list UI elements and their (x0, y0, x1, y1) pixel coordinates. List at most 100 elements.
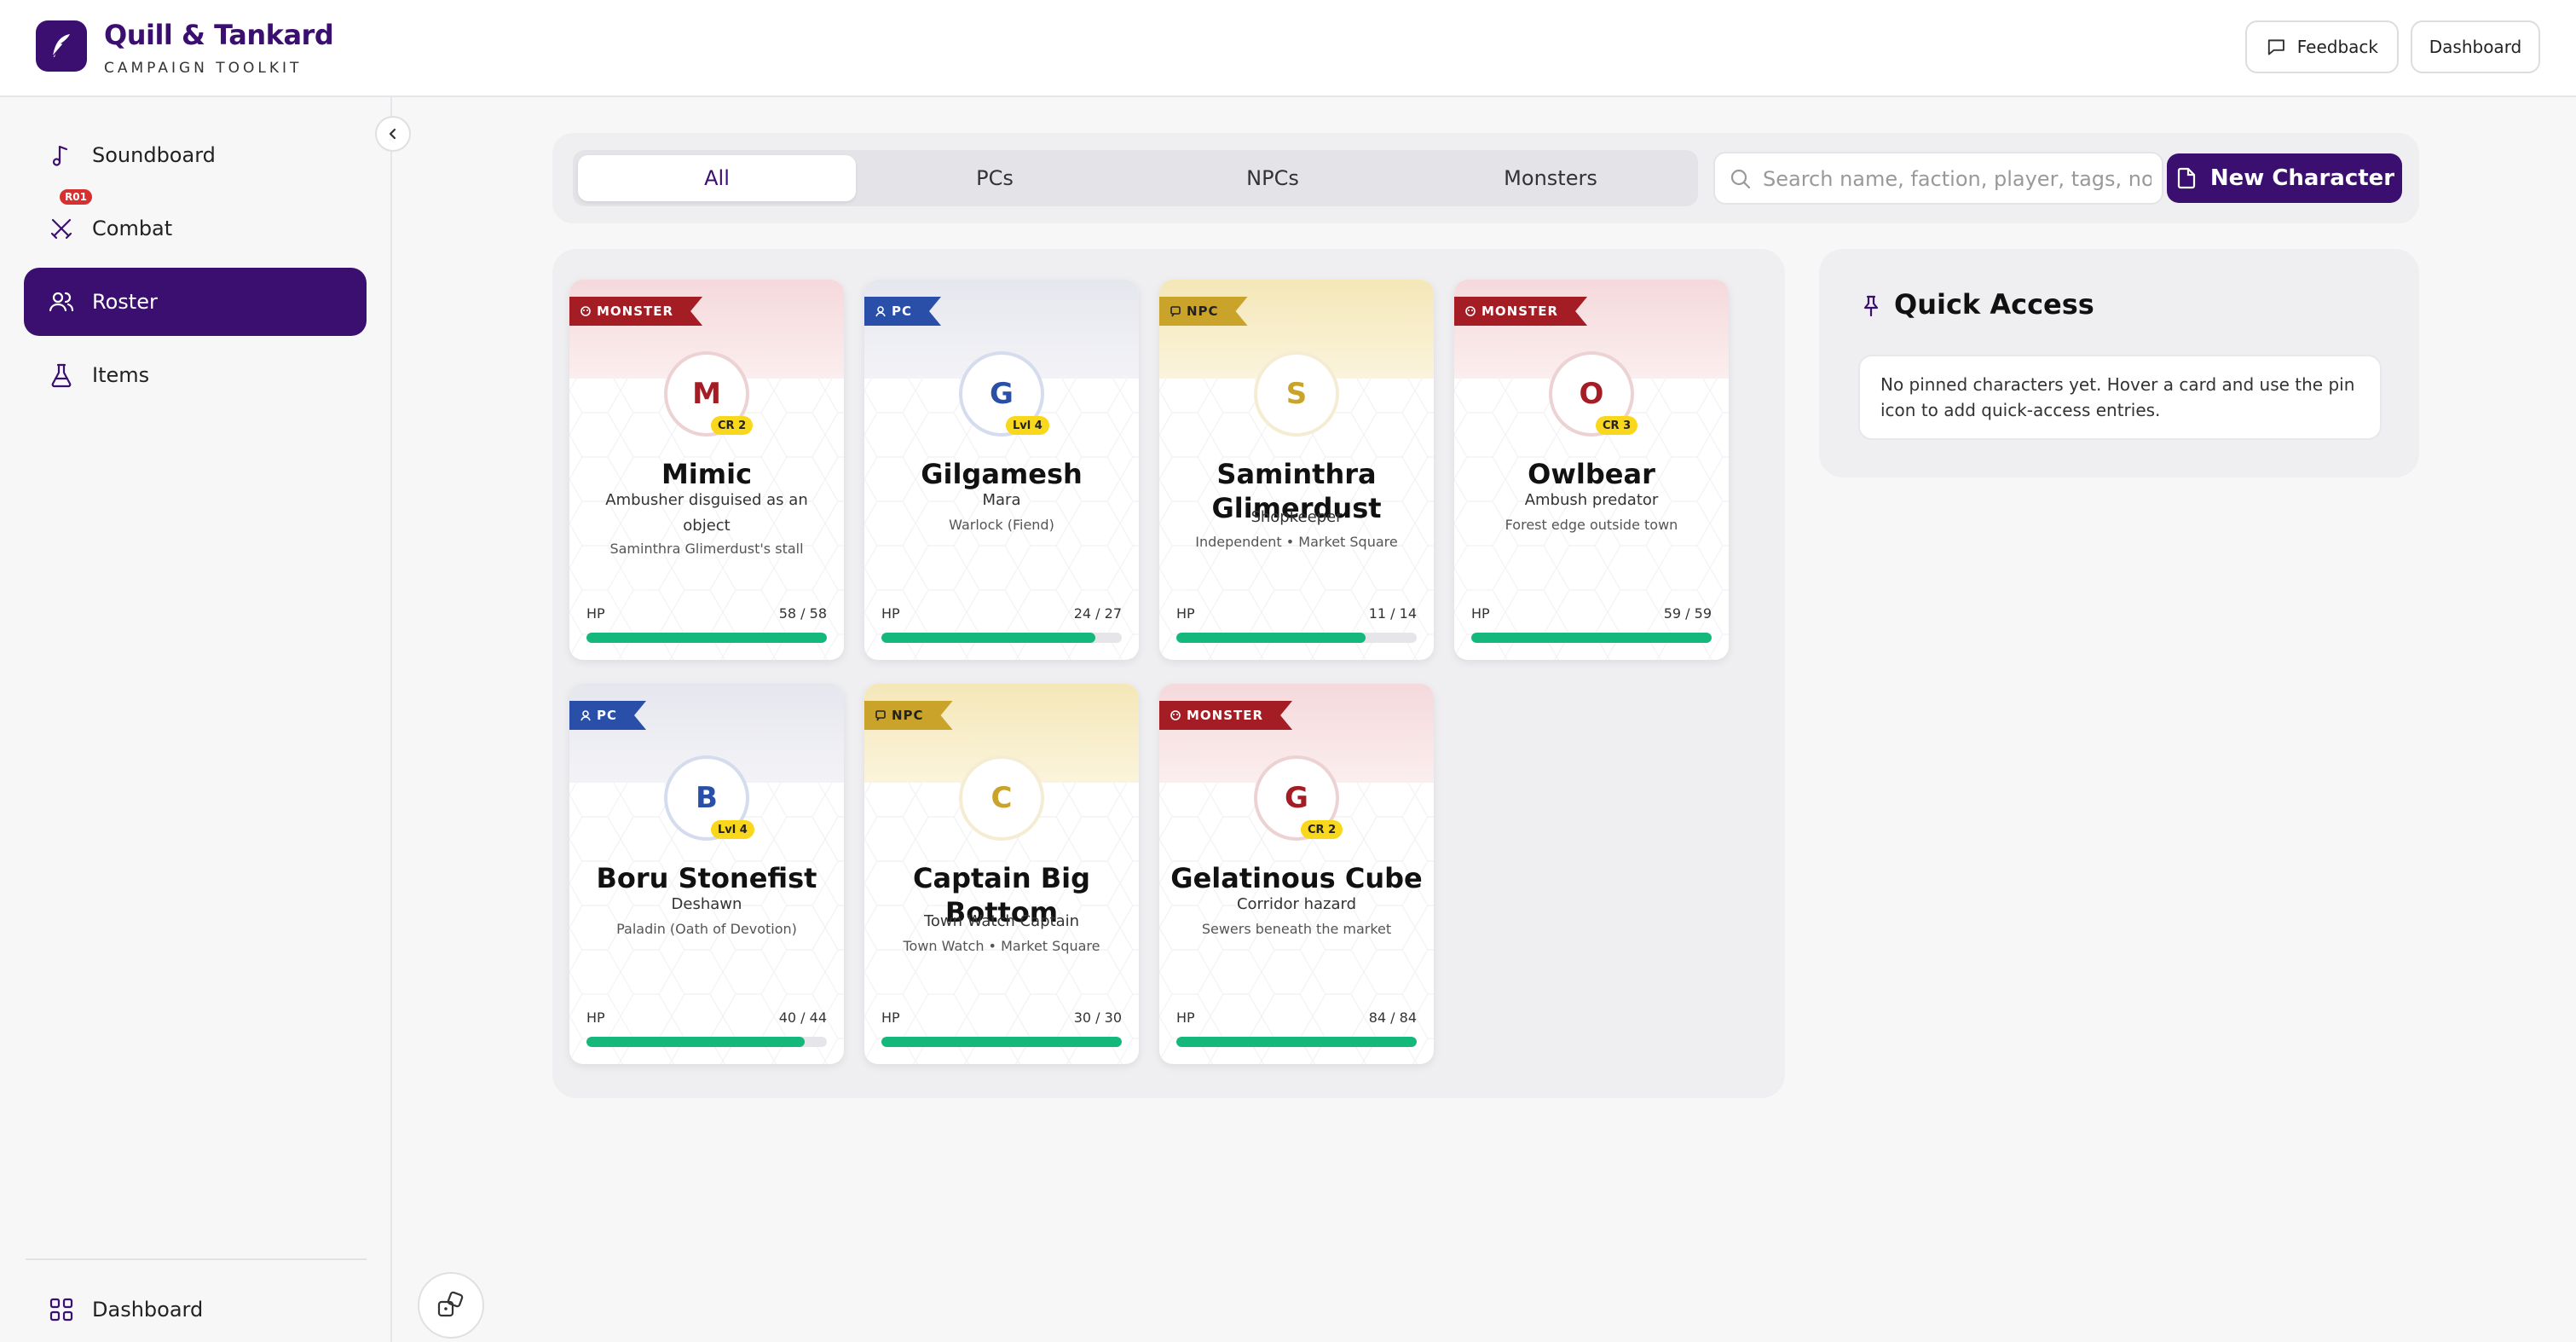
quick-access-panel: Quick Access No pinned characters yet. H… (1819, 249, 2419, 477)
level-badge: Lvl 4 (711, 820, 754, 839)
character-card[interactable]: NPC S Saminthra Glimerdust Shopkeeper Indepe… (1159, 280, 1434, 660)
tab-monsters[interactable]: Monsters (1412, 155, 1689, 201)
hp-label: HP (1176, 605, 1195, 622)
grid-icon (49, 1298, 73, 1322)
dashboard-button[interactable]: Dashboard (2411, 20, 2540, 73)
sidebar-item-soundboard[interactable]: Soundboard (24, 121, 367, 189)
character-card[interactable]: PC B Lvl 4 Boru Stonefist Deshawn Paladin (Oa… (569, 684, 844, 1064)
character-detail: Saminthra Glimerdust's stall (609, 541, 804, 557)
hp-bar (586, 1037, 827, 1047)
character-card[interactable]: MONSTER M CR 2 Mimic Ambusher disguised as a… (569, 280, 844, 660)
flask-icon (51, 363, 72, 388)
character-name: Mimic (661, 458, 753, 490)
type-ribbon: NPC (864, 701, 953, 730)
type-ribbon: MONSTER (1159, 701, 1292, 730)
crossed-swords-icon (50, 218, 72, 240)
sidebar-item-items[interactable]: Items (24, 341, 367, 409)
chat-bubble-icon (2267, 39, 2284, 55)
avatar-initial: O (1579, 377, 1604, 411)
pin-icon (1863, 295, 1879, 317)
search-input[interactable] (1763, 165, 2151, 193)
hp-bar-fill (1176, 633, 1366, 643)
character-name: Gelatinous Cube (1170, 862, 1423, 894)
sidebar-item-label: Combat (92, 217, 173, 240)
quick-access-title: Quick Access (1894, 288, 2094, 321)
hp-bar-fill (881, 1037, 1122, 1047)
type-ribbon: MONSTER (1454, 297, 1587, 326)
sidebar-item-dashboard[interactable]: Dashboard (24, 1275, 367, 1342)
level-badge: CR 2 (1301, 820, 1343, 839)
chat-icon (875, 709, 887, 721)
new-character-button[interactable]: New Character (2167, 153, 2402, 203)
character-subtitle: Ambush predator (1524, 491, 1659, 509)
roster-toolbar: All PCs NPCs Monsters New Character (552, 133, 2419, 223)
combat-round-badge: R01 (60, 189, 92, 205)
quick-access-empty-message: No pinned characters yet. Hover a card a… (1858, 355, 2382, 440)
new-character-label: New Character (2209, 165, 2395, 191)
hp-value: 58 / 58 (778, 605, 827, 622)
character-detail: Sewers beneath the market (1201, 921, 1392, 937)
hp-value: 84 / 84 (1368, 1009, 1417, 1026)
hp-bar (1176, 1037, 1417, 1047)
chat-icon (1170, 305, 1181, 317)
avatar-initial: C (991, 781, 1013, 815)
character-name: Boru Stonefist (596, 862, 817, 894)
hp-bar-fill (1176, 1037, 1417, 1047)
level-badge: CR 3 (1596, 416, 1638, 435)
type-label: NPC (1187, 304, 1219, 319)
hp-label: HP (1176, 1009, 1195, 1026)
character-subtitle: Deshawn (671, 895, 742, 913)
character-name: Gilgamesh (921, 458, 1083, 490)
character-detail: Independent • Market Square (1195, 534, 1398, 550)
sidebar-item-combat[interactable]: R01 Combat (24, 189, 367, 263)
sidebar-item-label: Dashboard (92, 1298, 204, 1322)
character-subtitle: Mara (982, 491, 1021, 509)
avatar-initial: B (696, 781, 718, 815)
app-subtitle: CAMPAIGN TOOLKIT (104, 60, 303, 77)
level-badge: CR 2 (711, 416, 754, 435)
type-ribbon: MONSTER (569, 297, 702, 326)
new-document-icon (2177, 167, 2195, 189)
hp-bar (881, 633, 1122, 643)
character-subtitle: Ambusher disguised as an object (605, 491, 808, 535)
type-ribbon: NPC (1159, 297, 1248, 326)
character-name: Owlbear (1528, 458, 1655, 490)
character-card[interactable]: MONSTER O CR 3 Owlbear Ambush predator Forest… (1454, 280, 1729, 660)
dice-tool-button[interactable] (418, 1272, 484, 1339)
character-card[interactable]: NPC C Captain Big Bottom Town Watch Captain… (864, 684, 1139, 1064)
avatar-initial: S (1285, 377, 1308, 411)
hp-value: 24 / 27 (1073, 605, 1122, 622)
dice-icon (437, 1291, 464, 1317)
tab-pcs[interactable]: PCs (856, 155, 1134, 201)
music-note-icon (52, 145, 68, 166)
hp-bar-fill (1471, 633, 1712, 643)
sidebar-collapse-button[interactable] (375, 116, 411, 152)
filter-tabs: All PCs NPCs Monsters (573, 150, 1698, 206)
sidebar-item-label: Items (92, 363, 150, 387)
sidebar-item-label: Roster (92, 290, 158, 314)
character-detail: Warlock (Fiend) (949, 517, 1054, 533)
character-card[interactable]: MONSTER G CR 2 Gelatinous Cube Corridor haza… (1159, 684, 1434, 1064)
tab-npcs[interactable]: NPCs (1134, 155, 1412, 201)
monster-icon (580, 305, 592, 317)
hp-label: HP (881, 1009, 900, 1026)
sidebar-item-label: Soundboard (92, 143, 216, 167)
tab-all[interactable]: All (578, 155, 856, 201)
character-subtitle: Shopkeeper (1250, 508, 1343, 526)
avatar: S (1254, 351, 1339, 437)
roster-panel: MONSTER M CR 2 Mimic Ambusher disguised as a… (552, 249, 1785, 1098)
monster-icon (1464, 305, 1476, 317)
character-card[interactable]: PC G Lvl 4 Gilgamesh Mara Warlock (Fiend) HP 24… (864, 280, 1139, 660)
type-label: NPC (892, 708, 924, 723)
type-label: MONSTER (1187, 708, 1264, 723)
app-title: Quill & Tankard (104, 19, 334, 51)
type-label: MONSTER (1481, 304, 1559, 319)
hp-value: 40 / 44 (778, 1009, 827, 1026)
users-icon (49, 292, 74, 312)
hp-label: HP (1471, 605, 1490, 622)
hp-bar (881, 1037, 1122, 1047)
sidebar-item-roster[interactable]: Roster (24, 268, 367, 336)
feedback-button[interactable]: Feedback (2245, 20, 2399, 73)
character-subtitle: Corridor hazard (1236, 895, 1357, 913)
type-label: MONSTER (597, 304, 674, 319)
